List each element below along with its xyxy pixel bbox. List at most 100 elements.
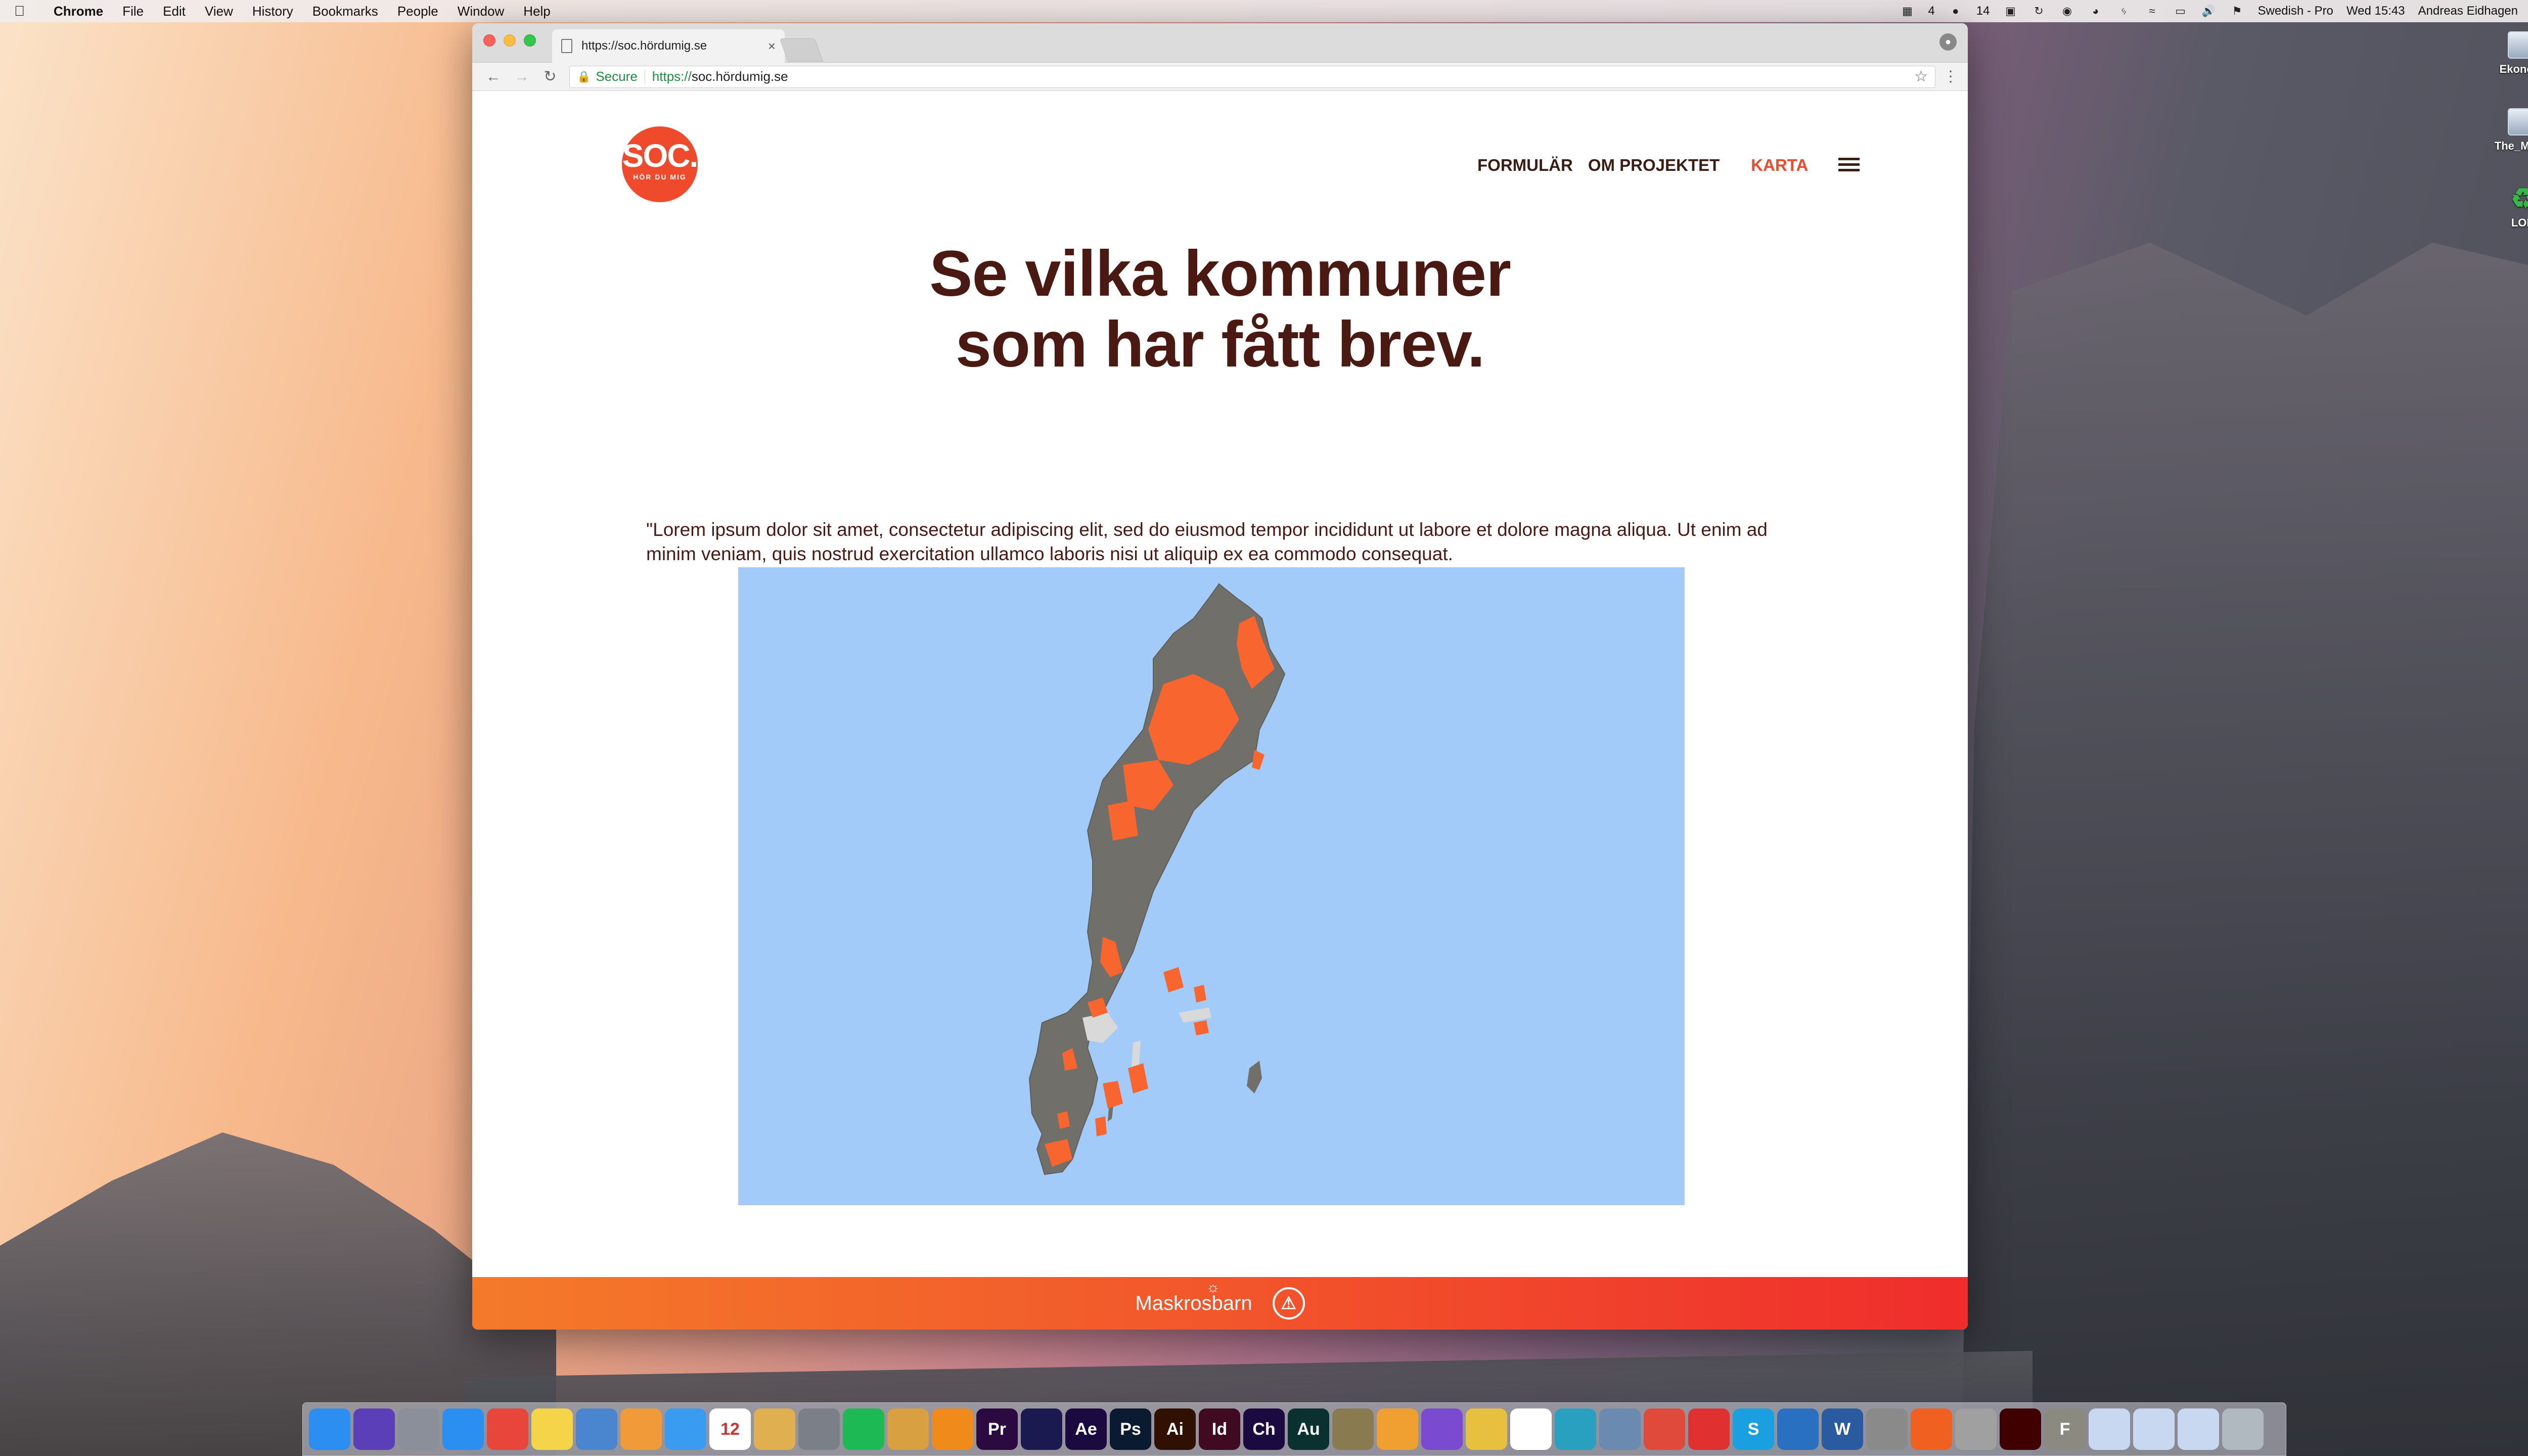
dock-acrobat-icon[interactable] <box>2000 1408 2041 1450</box>
dock-power-icon[interactable] <box>1688 1408 1730 1450</box>
back-arrow-icon[interactable]: ← <box>479 68 508 85</box>
apple-menu-icon[interactable]:  <box>14 3 34 19</box>
municipality-vaxjo[interactable] <box>1103 1081 1123 1109</box>
menu-window[interactable]: Window <box>458 4 504 19</box>
sync-icon[interactable]: ↻ <box>2031 4 2046 19</box>
minimize-window-button[interactable] <box>504 34 516 47</box>
menu-view[interactable]: View <box>205 4 233 19</box>
bluetooth-icon[interactable]: ᛃ <box>2116 4 2131 19</box>
dock-notes-icon[interactable] <box>531 1408 573 1450</box>
dock-calendar-icon[interactable]: 12 <box>709 1408 751 1450</box>
menu-help[interactable]: Help <box>523 4 550 19</box>
dock-stickies-icon[interactable] <box>1466 1408 1507 1450</box>
keyboard-layout[interactable]: Swedish - Pro <box>2258 4 2333 18</box>
menu-people[interactable]: People <box>397 4 438 19</box>
dock-spotify-icon[interactable] <box>843 1408 884 1450</box>
dock-automator-icon[interactable] <box>1955 1408 1997 1450</box>
reload-icon[interactable]: ↻ <box>536 68 564 85</box>
dock-mail-app-icon[interactable] <box>1599 1408 1641 1450</box>
menu-history[interactable]: History <box>252 4 293 19</box>
dock-launchpad-icon[interactable] <box>398 1408 439 1450</box>
dock-ibooks-icon[interactable] <box>1377 1408 1418 1450</box>
municipality-jonkoping[interactable] <box>1128 1063 1148 1094</box>
dock-font-book-icon[interactable]: F <box>2044 1408 2086 1450</box>
municipality-sodertalje[interactable] <box>1194 1020 1209 1035</box>
dock-scanner-icon[interactable] <box>1555 1408 1596 1450</box>
menu-bookmarks[interactable]: Bookmarks <box>312 4 378 19</box>
airplay-icon[interactable]: ▭ <box>2173 4 2188 19</box>
nav-karta[interactable]: KARTA <box>1751 156 1808 175</box>
dock-safari-icon[interactable] <box>442 1408 484 1450</box>
forward-arrow-icon[interactable]: → <box>508 68 536 85</box>
dock-beer-icon[interactable] <box>887 1408 929 1450</box>
address-bar[interactable]: 🔒 Secure https:// soc.hördumig.se ☆ <box>569 65 1935 88</box>
volume-icon[interactable]: 🔊 <box>2201 4 2216 19</box>
dock-character-animator-icon[interactable]: Ch <box>1243 1408 1285 1450</box>
menu-file[interactable]: File <box>122 4 144 19</box>
bookmark-star-icon[interactable]: ☆ <box>1914 68 1928 85</box>
wifi-icon[interactable]: ≈ <box>2144 4 2159 19</box>
close-window-button[interactable] <box>483 34 495 47</box>
lock-icon[interactable]: 🔒 <box>577 70 591 83</box>
dock-utility-icon[interactable] <box>1866 1408 1908 1450</box>
dock-messages-icon[interactable] <box>665 1408 706 1450</box>
app-badge-icon[interactable]: ● <box>1948 4 1963 19</box>
dock-textedit-icon[interactable] <box>754 1408 795 1450</box>
dock-siri-icon[interactable] <box>353 1408 395 1450</box>
browser-tab[interactable]: https://soc.hördumig.se × <box>552 29 785 63</box>
sweden-map[interactable] <box>738 567 1685 1205</box>
dock-vlc-icon[interactable] <box>932 1408 973 1450</box>
municipality-uppsala[interactable] <box>1194 985 1206 1003</box>
dock-photoshop-icon[interactable]: Ps <box>1110 1408 1151 1450</box>
dock-firewall-icon[interactable] <box>1911 1408 1952 1450</box>
dock-script-editor-icon[interactable] <box>1510 1408 1552 1450</box>
dock-trash-icon[interactable] <box>2222 1408 2264 1450</box>
municipality-kalmar[interactable] <box>1095 1116 1107 1136</box>
desktop-icon-the-motor[interactable]: The_Motor <box>2488 108 2528 153</box>
dock-premiere-icon[interactable]: Pr <box>976 1408 1018 1450</box>
desktop-icon-lod[interactable]: ♻ LOD <box>2488 185 2528 230</box>
dock-audition-icon[interactable]: Au <box>1288 1408 1329 1450</box>
dock-media-encoder-icon[interactable] <box>1021 1408 1062 1450</box>
browser-menu-icon[interactable]: ⋮ <box>1940 68 1961 85</box>
skype-status-icon[interactable]: ◕ <box>2088 4 2103 19</box>
dock-onedrive-icon[interactable] <box>1777 1408 1819 1450</box>
notes-status-icon[interactable]: ▦ <box>1900 4 1915 19</box>
new-tab-button[interactable] <box>779 38 824 62</box>
dock-folder-1-icon[interactable] <box>2089 1408 2130 1450</box>
site-logo[interactable]: SOC. HÖR DU MIG <box>622 126 698 202</box>
dock-illustrator-icon[interactable]: Ai <box>1154 1408 1196 1450</box>
footer-brand[interactable]: Maskrosbarn ☼ <box>1135 1279 1252 1315</box>
desktop-icon-ekonomi[interactable]: Ekonomi <box>2488 31 2528 76</box>
nav-om-projektet[interactable]: OM PROJEKTET <box>1588 156 1720 175</box>
dock-indesign-icon[interactable]: Id <box>1199 1408 1240 1450</box>
nav-formular[interactable]: FORMULÄR <box>1477 156 1573 175</box>
dock-folder-2-icon[interactable] <box>2133 1408 2175 1450</box>
dock-archive-icon[interactable] <box>1332 1408 1374 1450</box>
user-name[interactable]: Andreas Eidhagen <box>2418 4 2518 18</box>
dock-system-preferences-icon[interactable] <box>798 1408 840 1450</box>
municipality-bergslagen[interactable] <box>1163 967 1184 992</box>
dock-folder-3-icon[interactable] <box>2178 1408 2219 1450</box>
dock-photos-icon[interactable] <box>620 1408 662 1450</box>
dock-omnifocus-icon[interactable] <box>1421 1408 1463 1450</box>
map-canvas <box>1028 583 1286 1175</box>
calendar-status-icon[interactable]: ▣ <box>2003 4 2018 19</box>
hamburger-menu-icon[interactable] <box>1838 158 1860 174</box>
menu-edit[interactable]: Edit <box>163 4 186 19</box>
dock-chrome-icon[interactable] <box>487 1408 528 1450</box>
app-menu[interactable]: Chrome <box>54 4 103 19</box>
footer-badge-icon[interactable]: ⚠ <box>1272 1287 1305 1320</box>
close-tab-icon[interactable]: × <box>768 38 776 54</box>
profile-icon[interactable]: ● <box>1939 33 1957 51</box>
clock[interactable]: Wed 15:43 <box>2346 4 2405 18</box>
dock-skype-icon[interactable]: S <box>1733 1408 1774 1450</box>
zoom-window-button[interactable] <box>524 34 536 47</box>
dock-finder-icon[interactable] <box>309 1408 350 1450</box>
dock-after-effects-icon[interactable]: Ae <box>1065 1408 1107 1450</box>
eye-icon[interactable]: ◉ <box>2059 4 2074 19</box>
municipality-storuman[interactable] <box>1108 800 1138 841</box>
dock-preview-icon[interactable] <box>576 1408 617 1450</box>
dock-todoist-icon[interactable] <box>1644 1408 1685 1450</box>
dock-word-icon[interactable]: W <box>1822 1408 1863 1450</box>
